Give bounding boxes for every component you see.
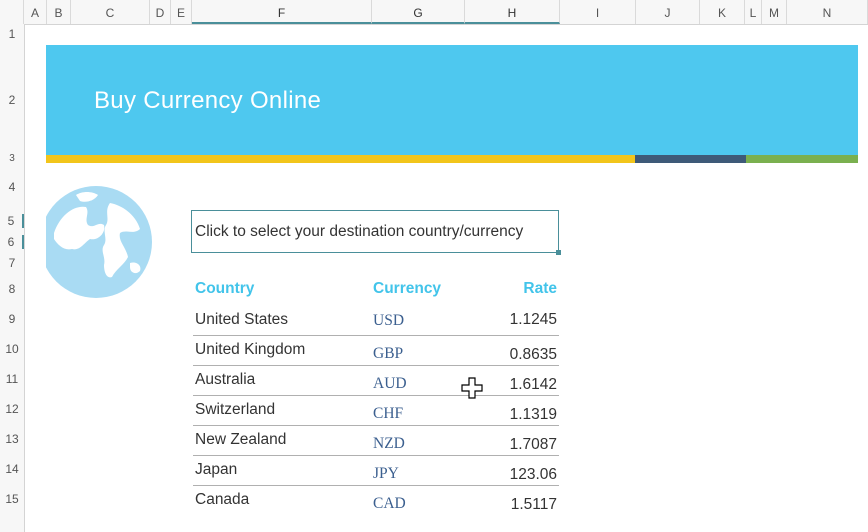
country-cell: United Kingdom: [195, 341, 306, 358]
column-header-g[interactable]: G: [372, 0, 465, 24]
country-cell: United States: [195, 311, 289, 328]
rate-cell: 0.8635: [509, 346, 557, 363]
rate-cell: 1.6142: [509, 376, 557, 393]
destination-selector[interactable]: Click to select your destination country…: [191, 210, 561, 255]
column-header-e[interactable]: E: [171, 0, 192, 24]
currency-cell: NZD: [373, 435, 405, 452]
row-header-1[interactable]: 1: [0, 27, 24, 41]
banner: Buy Currency Online: [46, 45, 858, 155]
table-row[interactable]: United Kingdom GBP 0.8635: [193, 335, 559, 366]
country-cell: Canada: [195, 491, 250, 508]
currency-cell: CHF: [373, 405, 404, 422]
country-cell: New Zealand: [195, 431, 287, 448]
header-currency: Currency: [373, 280, 442, 297]
stripe-yellow: [46, 155, 635, 163]
currency-cell: CAD: [373, 495, 406, 512]
currency-cell: USD: [373, 312, 405, 329]
row-header-13[interactable]: 13: [0, 432, 24, 446]
stripe-green: [746, 155, 858, 163]
currency-cell: GBP: [373, 345, 404, 362]
table-row[interactable]: Australia AUD 1.6142: [193, 365, 559, 396]
column-header-k[interactable]: K: [700, 0, 745, 24]
column-header-d[interactable]: D: [150, 0, 171, 24]
stripe-navy: [635, 155, 746, 163]
column-header-j[interactable]: J: [636, 0, 700, 24]
row-header-11[interactable]: 11: [0, 372, 24, 386]
banner-title: Buy Currency Online: [94, 87, 322, 114]
column-header-i[interactable]: I: [560, 0, 636, 24]
header-country: Country: [195, 280, 255, 297]
row-header-8[interactable]: 8: [0, 282, 24, 296]
column-header-f[interactable]: F: [192, 0, 372, 24]
table-row[interactable]: New Zealand NZD 1.7087: [193, 425, 559, 456]
row-header-10[interactable]: 10: [0, 342, 24, 356]
row-header-14[interactable]: 14: [0, 462, 24, 476]
move-cursor-icon: [461, 377, 483, 404]
table-row[interactable]: Japan JPY 123.06: [193, 455, 559, 486]
select-all-corner[interactable]: [0, 0, 24, 24]
table-row[interactable]: United States USD 1.1245: [193, 305, 559, 336]
column-header-a[interactable]: A: [24, 0, 47, 24]
column-header-bar: A B C D E F G H I J K L M N: [0, 0, 868, 25]
row-header-2[interactable]: 2: [0, 93, 24, 107]
column-header-h[interactable]: H: [465, 0, 560, 24]
destination-selector-text: Click to select your destination country…: [195, 223, 524, 240]
column-header-b[interactable]: B: [47, 0, 71, 24]
table-row[interactable]: Canada CAD 1.5117: [193, 485, 559, 515]
rate-cell: 1.1319: [509, 406, 557, 423]
fill-handle[interactable]: [556, 250, 561, 255]
row-header-3[interactable]: 3: [0, 153, 24, 164]
row-header-15[interactable]: 15: [0, 492, 24, 506]
header-rate: Rate: [523, 280, 557, 297]
column-header-c[interactable]: C: [71, 0, 150, 24]
country-cell: Switzerland: [195, 401, 276, 418]
row-header-6[interactable]: 6: [0, 235, 24, 249]
rate-cell: 1.7087: [509, 436, 557, 453]
globe-icon: [46, 185, 152, 306]
currency-cell: JPY: [373, 465, 399, 482]
rate-cell: 1.5117: [510, 496, 557, 513]
column-header-m[interactable]: M: [762, 0, 787, 24]
row-header-9[interactable]: 9: [0, 312, 24, 326]
rate-cell: 1.1245: [509, 311, 557, 328]
rate-cell: 123.06: [509, 466, 557, 483]
row-header-4[interactable]: 4: [0, 180, 24, 194]
country-cell: Australia: [195, 371, 256, 388]
column-header-l[interactable]: L: [745, 0, 762, 24]
country-cell: Japan: [195, 461, 238, 478]
row-header-12[interactable]: 12: [0, 402, 24, 416]
column-header-n[interactable]: N: [787, 0, 868, 24]
row-header-7[interactable]: 7: [0, 256, 24, 270]
row-header-5[interactable]: 5: [0, 214, 24, 228]
table-row[interactable]: Switzerland CHF 1.1319: [193, 395, 559, 426]
currency-cell: AUD: [373, 375, 407, 392]
